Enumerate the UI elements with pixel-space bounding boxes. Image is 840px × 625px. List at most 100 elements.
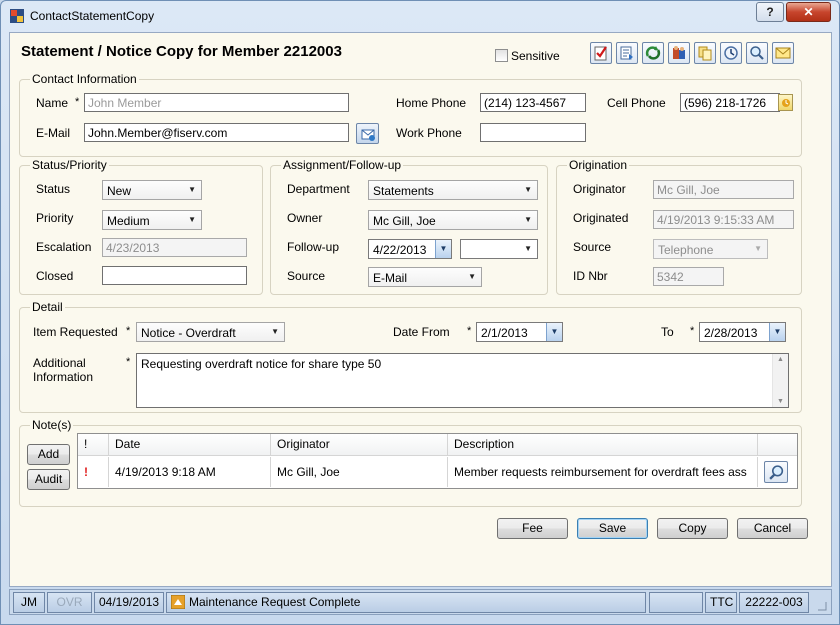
origination-title: Origination — [567, 158, 630, 172]
column-header-flag[interactable]: ! — [78, 434, 109, 456]
status-bar: JM OVR 04/19/2013 Maintenance Request Co… — [9, 589, 832, 615]
additional-information-label-line1: Additional — [33, 356, 86, 370]
help-button[interactable]: ? — [756, 2, 784, 22]
magnifier-icon — [769, 465, 784, 480]
status-value: New — [107, 184, 132, 198]
note-originator: Mc Gill, Joe — [271, 457, 448, 487]
cancel-button[interactable]: Cancel — [737, 518, 808, 539]
additional-information-value: Requesting overdraft notice for share ty… — [141, 357, 382, 371]
followup-label: Follow-up — [287, 240, 340, 254]
date-from-label: Date From — [393, 325, 450, 339]
status-ovr: OVR — [47, 592, 92, 613]
textarea-scrollbar[interactable]: ▲ ▼ — [772, 354, 788, 407]
fee-button[interactable]: Fee — [497, 518, 568, 539]
window-title: ContactStatementCopy — [30, 9, 155, 23]
history-icon — [724, 46, 738, 60]
assignment-source-dropdown[interactable]: E-Mail ▼ — [368, 267, 482, 287]
copy-button-toolbar[interactable] — [694, 42, 716, 64]
column-header-description[interactable]: Description — [448, 434, 758, 456]
contact-information-group: Contact Information Name * John Member H… — [19, 72, 802, 157]
calendar-dropdown-icon[interactable]: ▼ — [769, 323, 785, 341]
status-dropdown[interactable]: New ▼ — [102, 180, 202, 200]
id-nbr-label: ID Nbr — [573, 269, 608, 283]
note-flag: ! — [78, 457, 109, 487]
work-phone-label: Work Phone — [396, 126, 462, 140]
email-field[interactable]: John.Member@fiserv.com — [84, 123, 349, 142]
additional-information-label-line2: Information — [33, 370, 94, 384]
sensitive-checkbox[interactable] — [495, 49, 508, 62]
closed-field[interactable] — [102, 266, 247, 285]
date-from-picker[interactable]: 2/1/2013 ▼ — [476, 322, 563, 342]
email-label: E-Mail — [36, 126, 71, 140]
checklist-button[interactable] — [590, 42, 612, 64]
date-to-picker[interactable]: 2/28/2013 ▼ — [699, 322, 786, 342]
followup-date-value: 4/22/2013 — [373, 243, 427, 257]
table-row[interactable]: ! 4/19/2013 9:18 AM Mc Gill, Joe Member … — [78, 457, 797, 488]
assignment-followup-title: Assignment/Follow-up — [281, 158, 404, 172]
name-field[interactable]: John Member — [84, 93, 349, 112]
item-requested-dropdown[interactable]: Notice - Overdraft ▼ — [136, 322, 285, 342]
email-send-icon — [361, 129, 375, 141]
work-phone-field[interactable] — [480, 123, 586, 142]
refresh-icon — [645, 46, 661, 60]
chevron-down-icon: ▼ — [271, 327, 279, 336]
view-note-button[interactable] — [764, 461, 788, 483]
origination-group: Origination Originator Mc Gill, Joe Orig… — [556, 158, 802, 295]
required-mark: * — [75, 96, 80, 108]
followup-date-picker[interactable]: 4/22/2013 ▼ — [368, 239, 452, 259]
cell-phone-picker-button[interactable] — [778, 94, 793, 111]
home-phone-field[interactable]: (214) 123-4567 — [480, 93, 586, 112]
phone-icon — [782, 99, 790, 107]
copy-button[interactable]: Copy — [657, 518, 728, 539]
cell-phone-label: Cell Phone — [607, 96, 666, 110]
search-button[interactable] — [746, 42, 768, 64]
additional-information-textarea[interactable]: Requesting overdraft notice for share ty… — [136, 353, 789, 408]
application-window: ContactStatementCopy ? ✕ Statement / Not… — [0, 0, 840, 625]
app-icon — [10, 9, 24, 23]
status-label: Status — [36, 182, 71, 196]
calendar-dropdown-icon[interactable]: ▼ — [546, 323, 562, 341]
priority-label: Priority — [36, 211, 74, 225]
cell-phone-field[interactable]: (596) 218-1726 — [680, 93, 780, 112]
people-icon — [673, 46, 685, 59]
date-to-value: 2/28/2013 — [704, 326, 758, 340]
checklist-icon — [594, 46, 607, 61]
note-description: Member requests reimbursement for overdr… — [448, 457, 758, 487]
assignment-source-label: Source — [287, 269, 326, 283]
escalation-field: 4/23/2013 — [102, 238, 247, 257]
required-mark: * — [690, 325, 695, 337]
contact-information-title: Contact Information — [30, 72, 139, 86]
required-mark: * — [126, 325, 131, 337]
notes-title: Note(s) — [30, 418, 74, 432]
scroll-up-icon[interactable]: ▲ — [777, 356, 784, 363]
priority-dropdown[interactable]: Medium ▼ — [102, 210, 202, 230]
department-dropdown[interactable]: Statements ▼ — [368, 180, 538, 200]
date-from-value: 2/1/2013 — [481, 326, 528, 340]
scroll-down-icon[interactable]: ▼ — [777, 398, 784, 405]
people-button[interactable] — [668, 42, 690, 64]
resize-grip-icon[interactable] — [816, 600, 828, 612]
document-button[interactable] — [616, 42, 638, 64]
calendar-dropdown-icon[interactable]: ▼ — [435, 240, 451, 258]
followup-time-dropdown[interactable]: ▼ — [460, 239, 538, 259]
refresh-button[interactable] — [642, 42, 664, 64]
form-body: Statement / Notice Copy for Member 22120… — [9, 32, 832, 587]
chevron-down-icon: ▼ — [188, 215, 196, 224]
add-note-button[interactable]: Add — [27, 444, 70, 465]
history-button[interactable] — [720, 42, 742, 64]
search-icon — [750, 46, 764, 60]
mail-button[interactable] — [772, 42, 794, 64]
column-header-originator[interactable]: Originator — [271, 434, 448, 456]
column-header-date[interactable]: Date — [109, 434, 271, 456]
origination-source-value: Telephone — [658, 243, 714, 257]
audit-button[interactable]: Audit — [27, 469, 70, 490]
originator-label: Originator — [573, 182, 626, 196]
save-button[interactable]: Save — [577, 518, 648, 539]
status-priority-title: Status/Priority — [30, 158, 109, 172]
title-bar: ContactStatementCopy ? ✕ — [1, 1, 839, 31]
originator-field: Mc Gill, Joe — [653, 180, 794, 199]
owner-dropdown[interactable]: Mc Gill, Joe ▼ — [368, 210, 538, 230]
chevron-down-icon: ▼ — [754, 244, 762, 253]
close-button[interactable]: ✕ — [786, 2, 831, 22]
send-email-button[interactable] — [356, 123, 379, 144]
